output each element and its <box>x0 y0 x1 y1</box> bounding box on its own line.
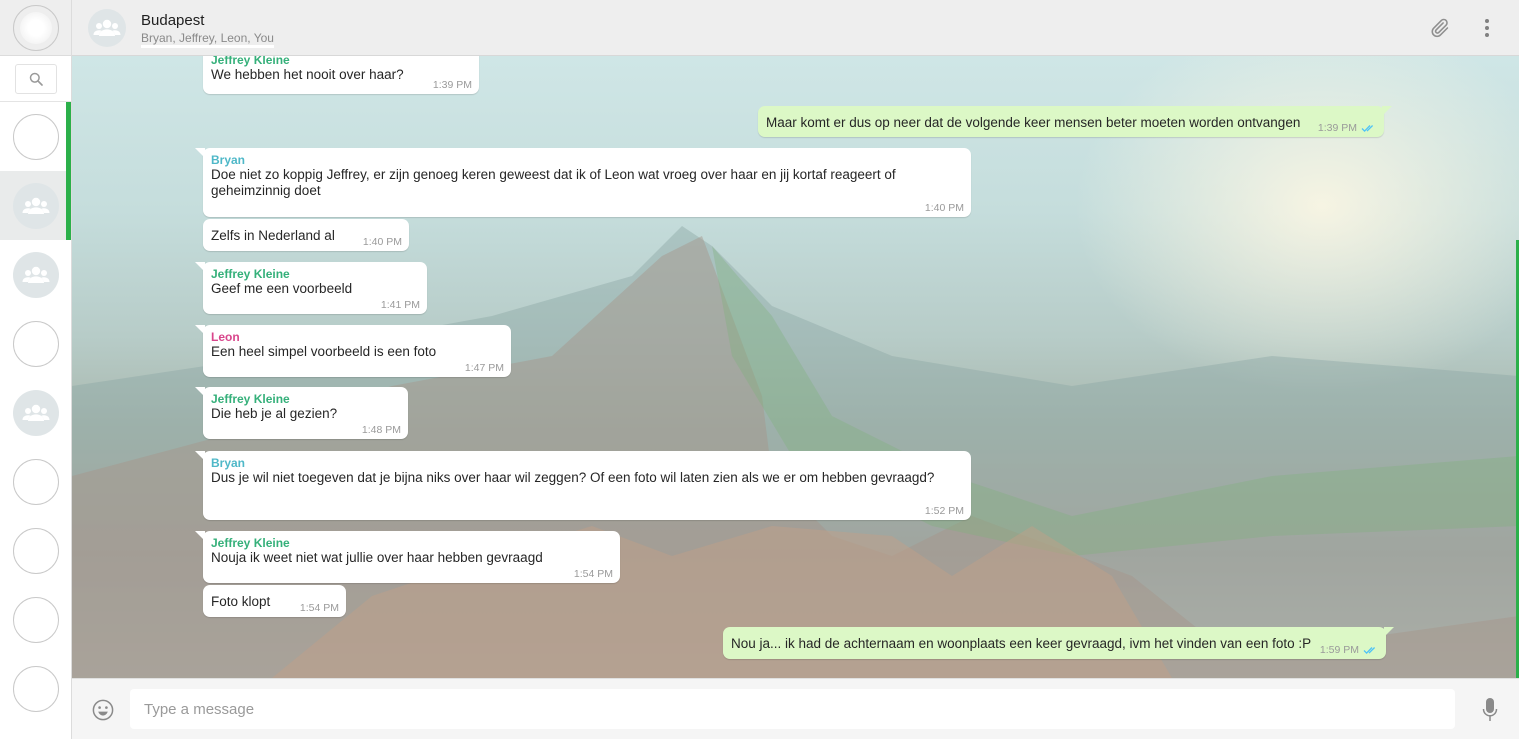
message-timestamp: 1:47 PM <box>465 362 504 374</box>
chat-list-item[interactable] <box>0 447 71 516</box>
contact-avatar <box>12 665 59 712</box>
chat-list-sidebar <box>0 0 72 739</box>
incoming-message[interactable]: Jeffrey Kleine Nouja ik weet niet wat jul… <box>195 531 620 583</box>
message-timestamp: 1:54 PM <box>574 568 613 580</box>
outgoing-message[interactable]: Maar komt er dus op neer dat de volgende… <box>758 106 1392 137</box>
message-timestamp: 1:40 PM <box>363 236 402 248</box>
chat-list-item[interactable] <box>0 309 71 378</box>
contact-avatar <box>12 527 59 574</box>
incoming-message[interactable]: Leon Een heel simpel voorbeeld is een fot… <box>195 325 511 377</box>
message-text: Dus je wil niet toegeven dat je bijna ni… <box>211 470 935 485</box>
paperclip-icon[interactable] <box>1428 17 1450 39</box>
incoming-message[interactable]: Jeffrey Kleine Die heb je al gezien? 1:48 … <box>195 387 408 439</box>
message-timestamp: 1:41 PM <box>381 299 420 311</box>
message-time-label: 1:41 PM <box>380 299 420 311</box>
read-receipt-icon <box>1363 647 1376 655</box>
chat-list-item[interactable] <box>0 378 71 447</box>
message-time-label: 1:47 PM <box>464 362 504 374</box>
chat-list-item[interactable] <box>0 516 71 585</box>
message-time-label: 1:48 PM <box>361 424 401 436</box>
search-button[interactable] <box>14 63 57 94</box>
incoming-message[interactable]: Foto klopt 1:54 PM <box>203 585 346 617</box>
emoji-icon[interactable] <box>92 699 114 721</box>
group-avatar <box>12 251 59 298</box>
message-text: Doe niet zo koppig Jeffrey, er zijn geno… <box>211 167 896 198</box>
chat-list-item[interactable] <box>0 171 71 240</box>
message-sender[interactable]: Bryan <box>211 456 963 470</box>
incoming-message[interactable]: Bryan Dus je wil niet toegeven dat je bij… <box>195 451 971 520</box>
message-timestamp: 1:52 PM <box>925 505 964 517</box>
message-text: Nou ja... ik had de achternaam en woonpl… <box>731 636 1312 651</box>
incoming-message[interactable]: Jeffrey Kleine Geef me een voorbeeld 1:41 … <box>195 262 427 314</box>
message-timestamp: 1:54 PM <box>300 602 339 614</box>
group-icon <box>22 404 49 421</box>
message-text: Die heb je al gezien? <box>211 406 338 421</box>
message-timestamp: 1:48 PM <box>362 424 401 436</box>
chat-list-item[interactable] <box>0 654 71 723</box>
contact-avatar <box>12 113 59 160</box>
message-sender[interactable]: Bryan <box>211 153 963 167</box>
message-sender[interactable]: Jeffrey Kleine <box>211 536 612 550</box>
group-avatar[interactable] <box>88 9 126 47</box>
search-area <box>0 56 71 102</box>
chat-list-item[interactable] <box>0 102 71 171</box>
message-sender[interactable]: Leon <box>211 330 503 344</box>
message-sender[interactable]: Jeffrey Kleine <box>211 56 471 67</box>
my-profile-header <box>0 0 71 56</box>
incoming-message[interactable]: Jeffrey Kleine We hebben het nooit over h… <box>195 56 479 94</box>
message-input[interactable] <box>130 689 1455 729</box>
read-receipt-icon <box>1361 125 1374 133</box>
message-composer <box>72 678 1519 739</box>
message-sender[interactable]: Jeffrey Kleine <box>211 392 400 406</box>
group-icon <box>22 266 49 283</box>
my-avatar[interactable] <box>12 4 59 51</box>
message-timestamp: 1:39 PM <box>433 79 472 91</box>
message-sender[interactable]: Jeffrey Kleine <box>211 267 419 281</box>
more-vertical-icon[interactable] <box>1477 17 1497 39</box>
message-text: Geef me een voorbeeld <box>211 281 353 296</box>
message-time-label: 1:40 PM <box>362 236 402 248</box>
group-icon <box>93 19 121 36</box>
group-avatar <box>12 389 59 436</box>
message-timestamp: 1:40 PM <box>925 202 964 214</box>
conversation-header: Budapest Bryan, Jeffrey, Leon, You <box>72 0 1519 56</box>
contact-avatar <box>12 458 59 505</box>
message-timestamp: 1:59 PM <box>1320 644 1379 656</box>
message-time-label: 1:39 PM <box>432 79 472 91</box>
message-time-label: 1:40 PM <box>924 202 964 214</box>
message-time-label: 1:54 PM <box>299 602 339 614</box>
chat-members-subtitle: Bryan, Jeffrey, Leon, You <box>141 31 274 48</box>
chat-title[interactable]: Budapest <box>141 12 204 29</box>
chat-list <box>0 102 71 723</box>
microphone-icon[interactable] <box>1482 697 1498 723</box>
incoming-message[interactable]: Zelfs in Nederland al 1:40 PM <box>203 219 409 251</box>
incoming-message[interactable]: Bryan Doe niet zo koppig Jeffrey, er zijn… <box>195 148 971 217</box>
message-time-label: 1:59 PM <box>1319 644 1359 656</box>
contact-avatar <box>12 320 59 367</box>
message-text: Nouja ik weet niet wat jullie over haar … <box>211 550 543 565</box>
outgoing-message[interactable]: Nou ja... ik had de achternaam en woonpl… <box>723 627 1394 659</box>
message-time-label: 1:54 PM <box>573 568 613 580</box>
message-time-label: 1:39 PM <box>1317 122 1357 134</box>
message-panel[interactable]: Jeffrey Kleine We hebben het nooit over h… <box>72 56 1519 678</box>
search-icon <box>29 72 43 86</box>
message-time-label: 1:52 PM <box>924 505 964 517</box>
group-avatar <box>12 182 59 229</box>
group-icon <box>22 197 49 214</box>
message-text: Maar komt er dus op neer dat de volgende… <box>766 115 1301 130</box>
message-text: Een heel simpel voorbeeld is een foto <box>211 344 437 359</box>
chat-list-item[interactable] <box>0 240 71 309</box>
contact-avatar <box>12 596 59 643</box>
chat-list-item[interactable] <box>0 585 71 654</box>
message-timestamp: 1:39 PM <box>1318 122 1377 134</box>
